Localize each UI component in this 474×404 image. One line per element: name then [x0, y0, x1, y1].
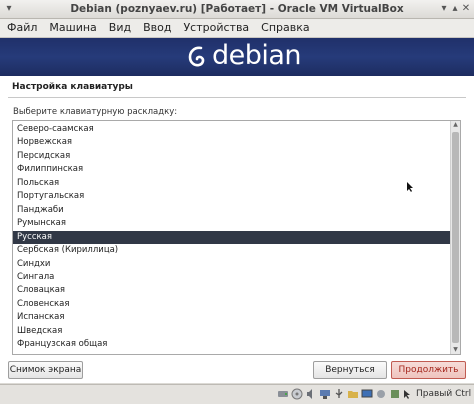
debian-swirl-icon: [188, 46, 205, 67]
layout-option[interactable]: Русская: [13, 230, 453, 244]
cpu-icon[interactable]: [389, 388, 401, 400]
layout-option[interactable]: Северо-саамская: [13, 123, 453, 136]
layout-option[interactable]: Румынская: [13, 217, 453, 230]
host-key-label: Правый Ctrl: [416, 389, 472, 399]
mouse-pointer-icon: [407, 177, 413, 192]
hard-disk-icon[interactable]: [277, 388, 289, 400]
scroll-up-icon[interactable]: ▲: [451, 121, 460, 129]
vm-statusbar: Правый Ctrl: [0, 384, 474, 404]
layout-option[interactable]: Синдхи: [13, 258, 453, 271]
layout-option[interactable]: Португальская: [13, 190, 453, 203]
layout-option[interactable]: Словацкая: [13, 284, 453, 297]
menu-devices[interactable]: Устройства: [178, 19, 254, 37]
layout-option[interactable]: Норвежская: [13, 136, 453, 149]
layout-option[interactable]: Панджаби: [13, 204, 453, 217]
menu-help[interactable]: Справка: [256, 19, 314, 37]
divider: [8, 97, 466, 98]
audio-icon[interactable]: [305, 388, 317, 400]
video-capture-icon[interactable]: [375, 388, 387, 400]
layout-option[interactable]: Польская: [13, 177, 453, 190]
layout-option[interactable]: Филиппинская: [13, 163, 453, 176]
page-title: Настройка клавиатуры: [12, 82, 133, 92]
menubar: Файл Машина Вид Ввод Устройства Справка: [0, 19, 474, 38]
scroll-down-icon[interactable]: ▼: [451, 346, 460, 354]
scrollbar[interactable]: ▲ ▼: [450, 121, 460, 354]
window-titlebar: Debian (poznyaev.ru) [Работает] - Oracle…: [0, 0, 474, 19]
menu-file[interactable]: Файл: [2, 19, 42, 37]
layout-option[interactable]: Сербская (Кириллица): [13, 244, 453, 257]
menu-machine[interactable]: Машина: [44, 19, 101, 37]
layout-option[interactable]: Словенская: [13, 298, 453, 311]
layout-option[interactable]: Шведская: [13, 325, 453, 338]
continue-button[interactable]: Продолжить: [391, 361, 466, 379]
menu-input[interactable]: Ввод: [138, 19, 176, 37]
scroll-thumb[interactable]: [452, 132, 459, 343]
window-menu-icon[interactable]: ▾: [3, 3, 15, 15]
keyboard-layout-list[interactable]: Французская общая Шведская Испанская Словен…: [12, 120, 461, 355]
layout-option[interactable]: Сингала: [13, 271, 453, 284]
display-icon[interactable]: [361, 388, 373, 400]
back-button[interactable]: Вернуться: [313, 361, 387, 379]
network-icon[interactable]: [319, 388, 331, 400]
layout-prompt: Выберите клавиатурную раскладку:: [13, 107, 178, 117]
optical-drive-icon[interactable]: [291, 388, 303, 400]
debian-logo-text: debian: [212, 40, 302, 71]
screenshot-button[interactable]: Снимок экрана: [8, 361, 83, 379]
mouse-integration-icon[interactable]: [401, 388, 413, 400]
layout-option[interactable]: Французская общая: [13, 338, 453, 351]
window-title: Debian (poznyaev.ru) [Работает] - Oracle…: [70, 3, 404, 15]
layout-option[interactable]: Испанская: [13, 311, 453, 324]
shared-folder-icon[interactable]: [347, 388, 359, 400]
menu-view[interactable]: Вид: [104, 19, 136, 37]
close-icon[interactable]: ✕: [460, 3, 472, 15]
layout-option[interactable]: Персидская: [13, 150, 453, 163]
debian-banner: debian: [0, 38, 474, 76]
usb-icon[interactable]: [333, 388, 345, 400]
